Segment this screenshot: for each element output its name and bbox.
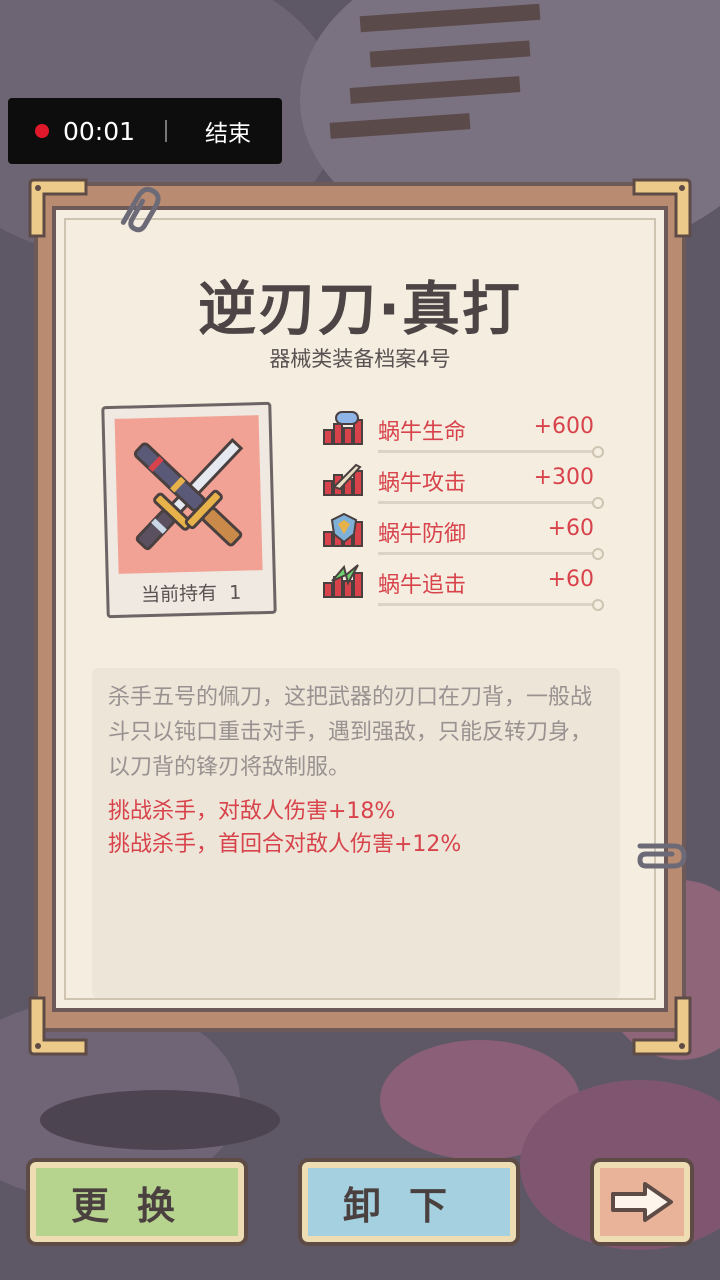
equipment-title: 逆刃刀·真打 [197,275,523,343]
divider [378,552,594,555]
chase-icon [323,564,363,598]
recording-dot-icon [35,124,49,138]
divider-knob [592,548,604,560]
screen-recording-bar: 00:01 结束 [8,98,282,164]
stat-name: 蜗牛攻击 [378,471,467,496]
unload-button[interactable]: 卸下 [298,1158,520,1246]
owned-count: 1 [228,581,242,604]
divider [378,603,594,606]
equipment-photo-card: 当前持有 1 [101,401,277,619]
equipment-image [114,415,263,574]
effect-line: 挑战杀手，首回合对敌人伤害+12% [108,832,462,857]
stat-row-attack: 蜗牛攻击 +300 [322,461,610,509]
divider-knob [592,446,604,458]
hp-icon [323,411,363,445]
end-recording-button[interactable]: 结束 [205,114,251,148]
stat-name: 蜗牛追击 [378,573,467,598]
divider [378,501,594,504]
corner-bracket-icon [28,178,88,238]
stat-row-hp: 蜗牛生命 +600 [322,410,610,458]
corner-bracket-icon [632,996,692,1056]
owned-label: 当前持有 [140,582,218,607]
owned-count-label: 当前持有 1 [109,577,274,608]
stat-value: +600 [533,414,594,439]
next-button[interactable] [590,1158,694,1246]
crossed-swords-icon [133,437,244,551]
stat-row-defense: 蜗牛防御 +60 [322,512,610,560]
corner-bracket-icon [28,996,88,1056]
stat-name: 蜗牛生命 [378,420,467,445]
equipment-description: 杀手五号的佩刀，这把武器的刃口在刀背，一般战斗只以钝口重击对手，遇到强敌，只能反… [108,685,593,780]
sword-icon [323,463,363,496]
swap-button[interactable]: 更换 [26,1158,248,1246]
paper-clip-icon [120,186,161,233]
stat-value: +300 [533,465,594,490]
effect-line: 挑战杀手，对敌人伤害+18% [108,799,396,824]
paper-clip-icon [637,843,687,869]
stat-name: 蜗牛防御 [378,522,467,547]
divider-knob [592,497,604,509]
shield-icon [323,512,363,547]
stat-value: +60 [547,516,594,541]
divider [165,120,168,142]
divider [378,450,594,453]
equipment-subtitle: 器械类装备档案4号 [269,347,451,371]
corner-bracket-icon [632,178,692,238]
divider-knob [592,599,604,611]
arrow-right-icon [611,1182,673,1222]
recording-timer: 00:01 [63,116,136,146]
stat-row-chase: 蜗牛追击 +60 [322,563,610,611]
stat-value: +60 [547,567,594,592]
